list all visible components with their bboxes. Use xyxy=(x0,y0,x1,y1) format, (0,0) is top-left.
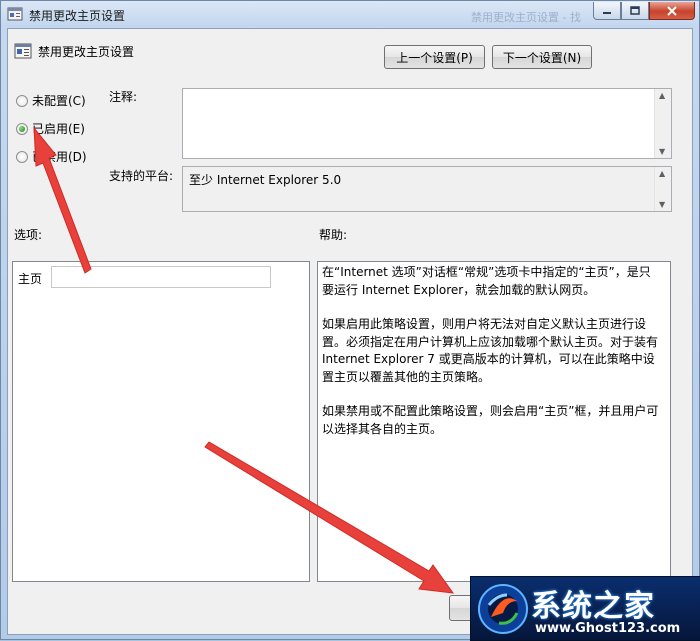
help-paragraph: 在“Internet 选项”对话框“常规”选项卡中指定的“主页”，是只要运行 I… xyxy=(322,265,651,297)
radio-not-configured[interactable]: 未配置(C) xyxy=(16,92,86,109)
comment-scrollbar[interactable]: ▲ ▼ xyxy=(654,89,671,158)
policy-setting-icon xyxy=(7,7,23,21)
close-button[interactable] xyxy=(649,2,695,20)
window-controls xyxy=(593,2,695,22)
maximize-button[interactable] xyxy=(621,2,649,20)
comment-textarea[interactable]: ▲ ▼ xyxy=(182,88,672,159)
close-icon xyxy=(667,5,677,16)
minimize-button[interactable] xyxy=(593,2,621,20)
minimize-icon xyxy=(603,11,611,14)
help-panel: 在“Internet 选项”对话框“常规”选项卡中指定的“主页”，是只要运行 I… xyxy=(317,261,671,582)
radio-circle[interactable] xyxy=(16,150,28,163)
platform-scrollbar[interactable]: ▲ ▼ xyxy=(654,167,671,211)
scroll-down-icon[interactable]: ▼ xyxy=(659,200,665,209)
help-paragraph: 如果启用此策略设置，则用户将无法对自定义默认主页进行设置。必须指定在用户计算机上… xyxy=(322,317,659,384)
platform-textbox: 至少 Internet Explorer 5.0 ▲ ▼ xyxy=(182,166,672,212)
radio-circle-checked[interactable] xyxy=(16,122,28,135)
options-label: 选项: xyxy=(14,228,43,242)
title-bar[interactable]: 禁用更改主页设置 禁用更改主页设置 - 找 xyxy=(1,1,699,27)
scroll-up-icon[interactable]: ▲ xyxy=(659,169,665,178)
previous-setting-button[interactable]: 上一个设置(P) xyxy=(384,45,485,69)
maximize-icon xyxy=(630,6,640,15)
comment-label: 注释: xyxy=(109,90,138,104)
policy-name: 禁用更改主页设置 xyxy=(38,45,135,59)
radio-disabled[interactable]: 已禁用(D) xyxy=(16,148,87,165)
background-window-title: 禁用更改主页设置 - 找 xyxy=(471,11,581,24)
scroll-down-icon[interactable]: ▼ xyxy=(659,147,665,156)
site-logo-icon xyxy=(478,584,528,634)
window-title: 禁用更改主页设置 xyxy=(29,9,126,23)
help-text: 在“Internet 选项”对话框“常规”选项卡中指定的“主页”，是只要运行 I… xyxy=(322,264,662,455)
home-page-input[interactable] xyxy=(51,266,271,288)
site-watermark: 系统之家 www.Ghost123.com xyxy=(470,576,700,641)
watermark-title: 系统之家 xyxy=(531,589,655,624)
radio-label: 未配置(C) xyxy=(32,94,86,108)
home-page-label: 主页 xyxy=(18,272,43,286)
policy-setting-icon xyxy=(14,43,32,59)
watermark-url: www.Ghost123.com xyxy=(535,621,681,636)
radio-label: 已禁用(D) xyxy=(32,150,87,164)
platform-label: 支持的平台: xyxy=(109,169,174,183)
radio-label: 已启用(E) xyxy=(32,122,85,136)
next-setting-button[interactable]: 下一个设置(N) xyxy=(492,45,592,69)
options-panel: 主页 xyxy=(12,261,310,582)
radio-enabled[interactable]: 已启用(E) xyxy=(16,120,85,137)
platform-value: 至少 Internet Explorer 5.0 xyxy=(189,173,342,187)
help-label: 帮助: xyxy=(319,228,348,242)
scroll-up-icon[interactable]: ▲ xyxy=(659,91,665,100)
help-paragraph: 如果禁用或不配置此策略设置，则会启用“主页”框，并且用户可以选择其各自的主页。 xyxy=(322,404,659,436)
policy-dialog-window: 禁用更改主页设置 禁用更改主页设置 - 找 禁用更改主页设置 上一个设置(P) … xyxy=(0,0,700,641)
radio-circle[interactable] xyxy=(16,94,28,107)
dialog-client-area: 禁用更改主页设置 上一个设置(P) 下一个设置(N) 未配置(C) 已启用(E)… xyxy=(7,28,693,635)
